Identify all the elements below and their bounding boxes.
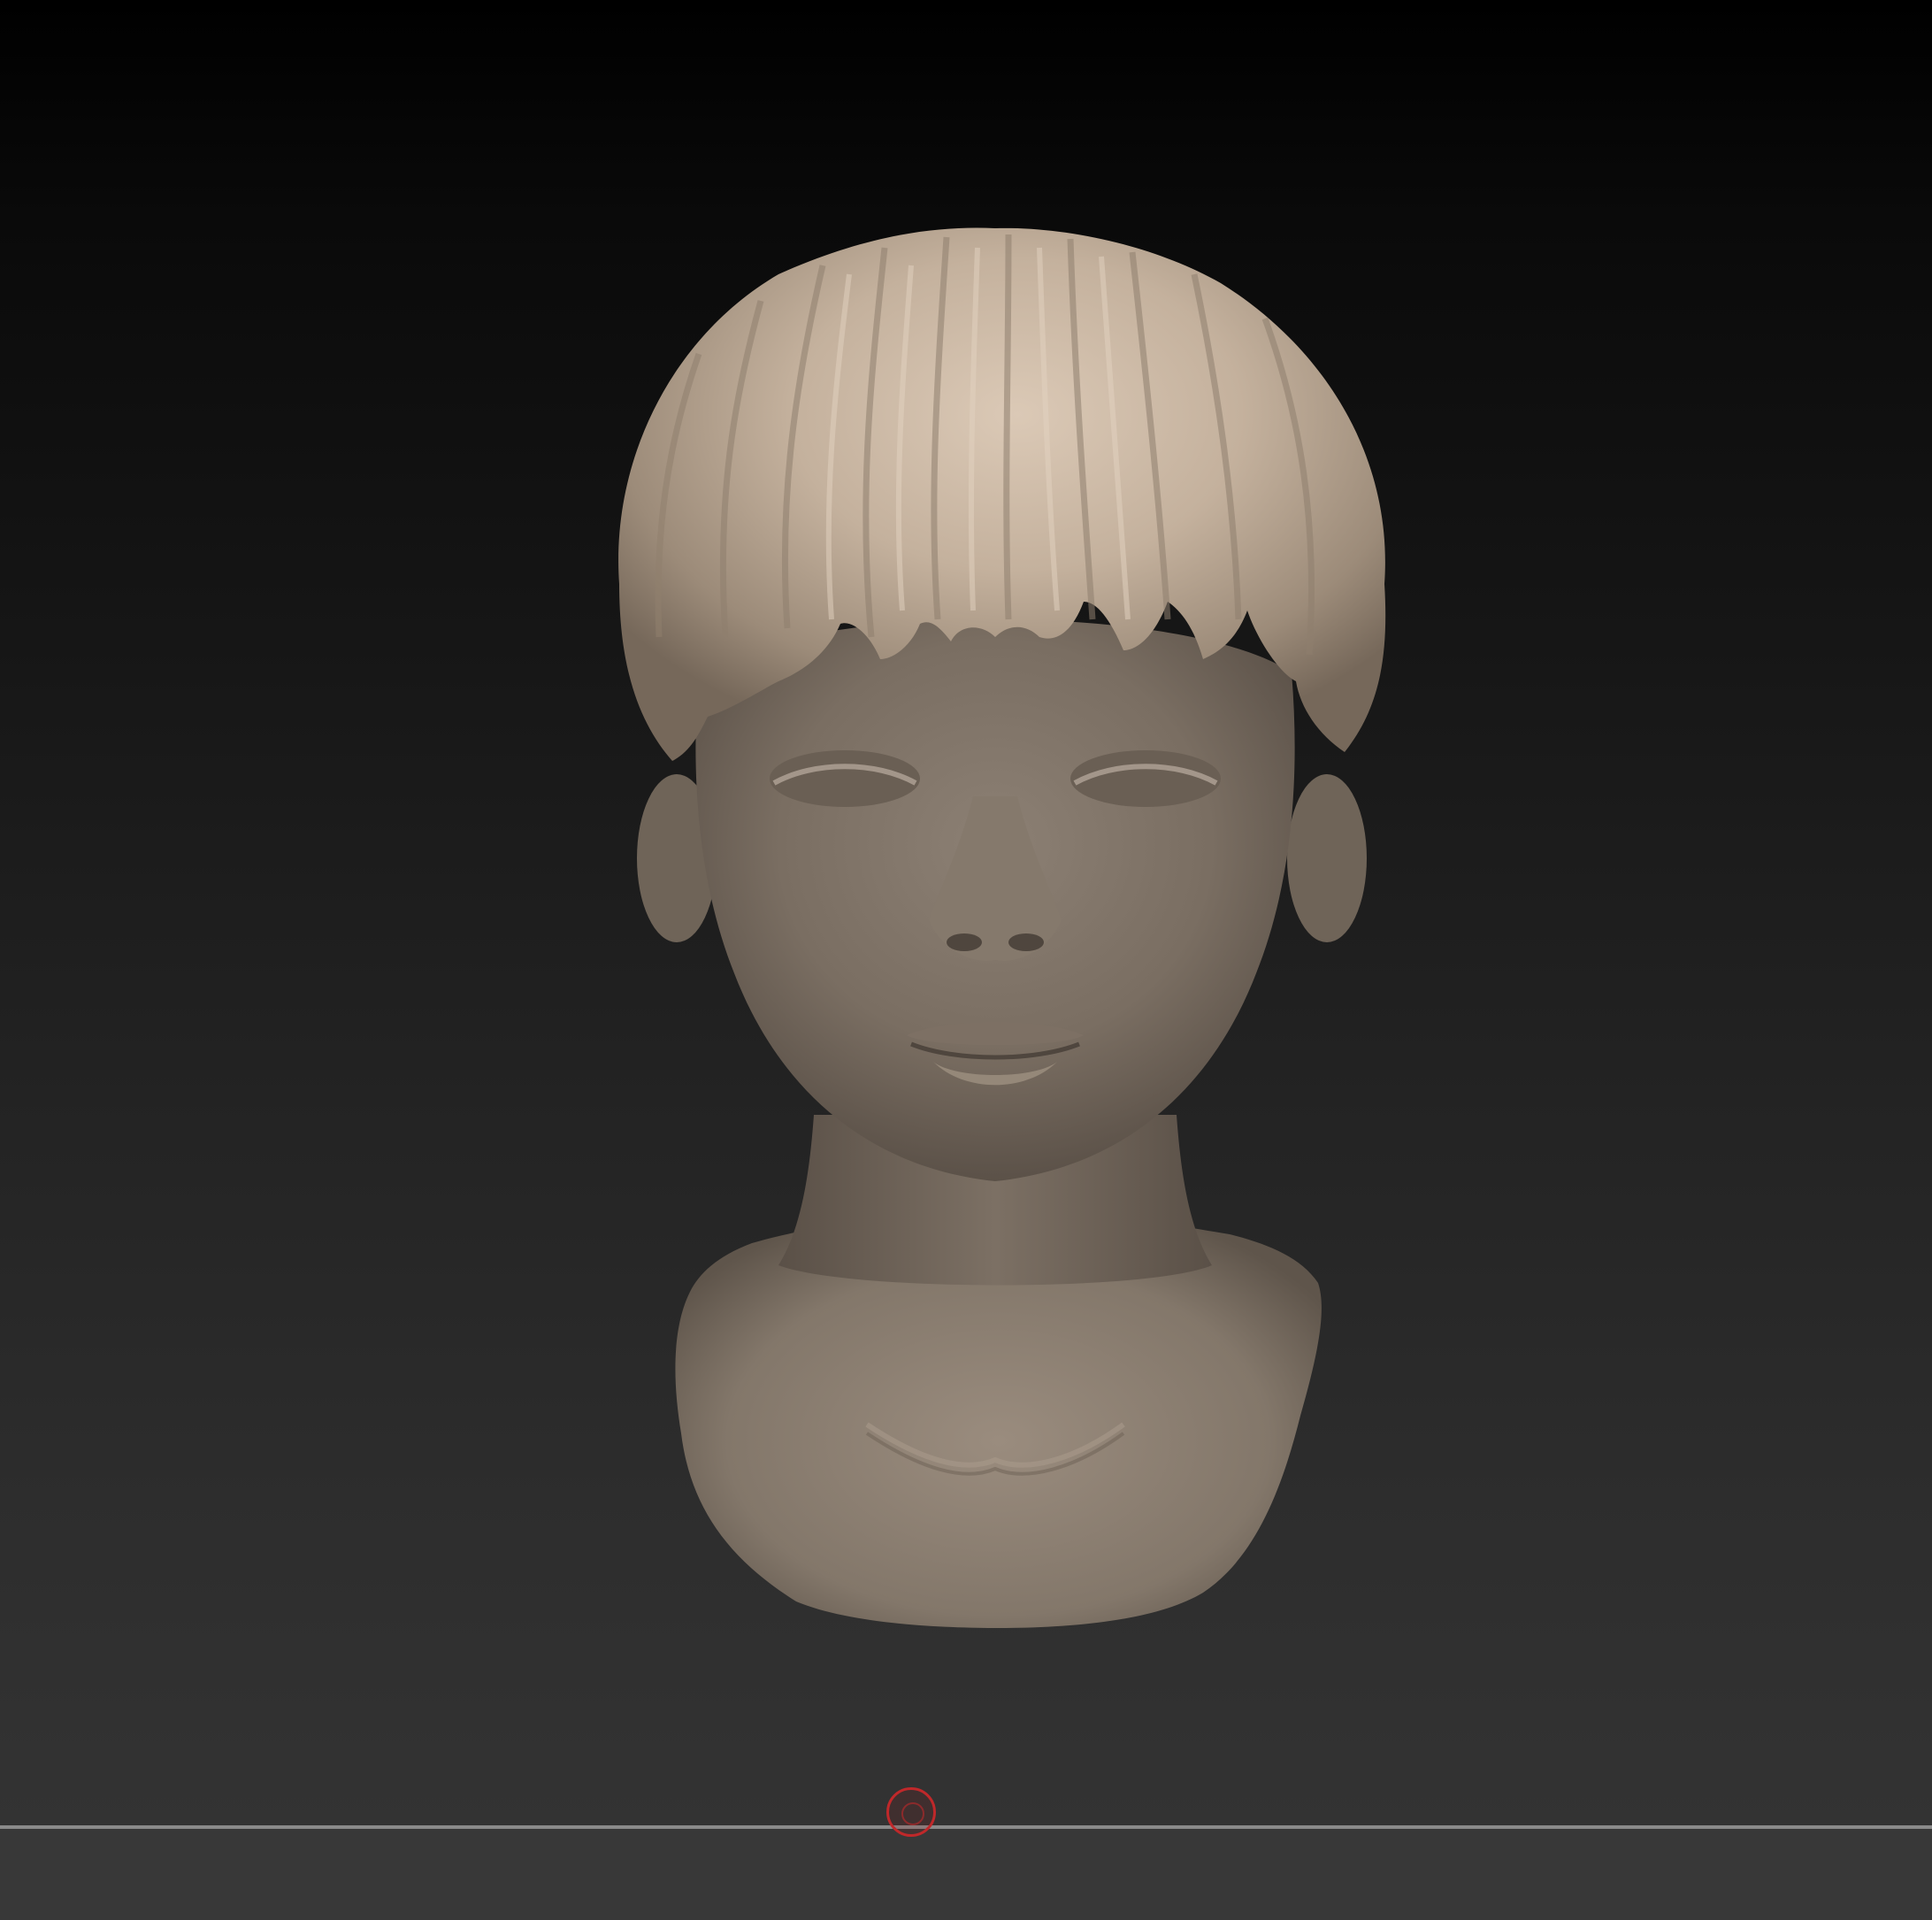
3d-viewport[interactable] [0,0,1932,1825]
sculpt-model [618,227,1386,1628]
pivot-circle-icon[interactable] [886,1787,936,1837]
bottom-shelf [0,1829,1932,1920]
face [695,619,1295,1181]
